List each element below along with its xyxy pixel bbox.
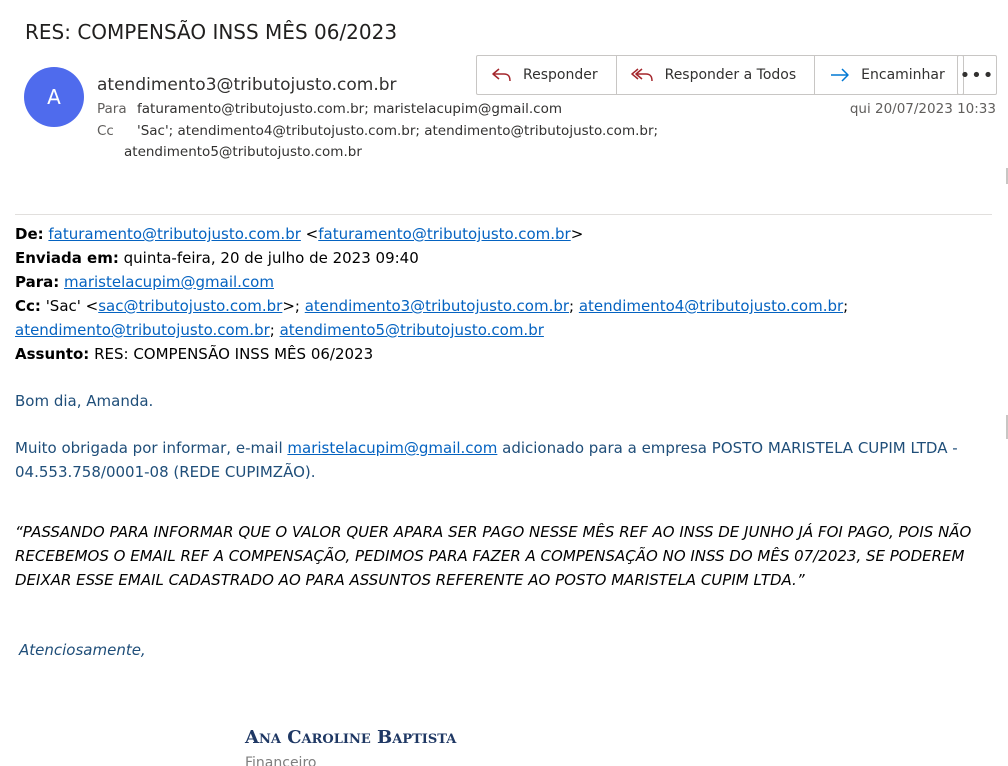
fwd-to-label: Para:: [15, 273, 60, 291]
reply-all-label: Responder a Todos: [664, 67, 797, 83]
reply-all-icon: [630, 68, 653, 82]
to-label: Para: [97, 101, 127, 117]
fwd-sent-value: quinta-feira, 20 de julho de 2023 09:40: [123, 249, 419, 267]
para-email-link[interactable]: maristelacupim@gmail.com: [287, 439, 497, 457]
fwd-to-link[interactable]: maristelacupim@gmail.com: [64, 273, 274, 291]
fwd-cc-link-5[interactable]: atendimento5@tributojusto.com.br: [280, 321, 544, 339]
fwd-from-line: De: faturamento@tributojusto.com.br <fat…: [15, 225, 584, 243]
message-body: De: faturamento@tributojusto.com.br <fat…: [15, 222, 990, 662]
signature-role: Financeiro: [245, 755, 317, 766]
forward-label: Encaminhar: [861, 67, 945, 83]
forward-button[interactable]: Encaminhar: [815, 56, 963, 94]
received-date: qui 20/07/2023 10:33: [849, 101, 996, 117]
fwd-cc-sac: 'Sac' <: [45, 297, 99, 315]
greeting: Bom dia, Amanda.: [15, 392, 154, 410]
email-subject: RES: COMPENSÃO INSS MÊS 06/2023: [25, 20, 398, 44]
signoff: Atenciosamente,: [19, 641, 146, 659]
fwd-sent-line: Enviada em: quinta-feira, 20 de julho de…: [15, 246, 990, 270]
cc-value[interactable]: 'Sac'; atendimento4@tributojusto.com.br;…: [137, 123, 658, 139]
fwd-cc-line: Cc: 'Sac' <sac@tributojusto.com.br>; ate…: [15, 297, 849, 339]
fwd-subject-line: Assunto: RES: COMPENSÃO INSS MÊS 06/2023: [15, 342, 990, 366]
reply-icon: [492, 68, 511, 82]
cc-recipients-cont[interactable]: atendimento5@tributojusto.com.br: [124, 144, 362, 160]
cc-recipients: Cc 'Sac'; atendimento4@tributojusto.com.b…: [97, 123, 658, 139]
reply-button[interactable]: Responder: [477, 56, 617, 94]
fwd-subject-label: Assunto:: [15, 345, 90, 363]
message-actions-toolbar: Responder Responder a Todos Encaminhar: [476, 55, 964, 95]
reply-all-button[interactable]: Responder a Todos: [617, 56, 816, 94]
fwd-from-link[interactable]: faturamento@tributojusto.com.br: [48, 225, 300, 243]
to-value[interactable]: faturamento@tributojusto.com.br; mariste…: [137, 101, 562, 117]
fwd-cc-label: Cc:: [15, 297, 41, 315]
forwarded-header: De: faturamento@tributojusto.com.br <fat…: [15, 222, 990, 366]
cc-label: Cc: [97, 123, 114, 139]
more-actions-button[interactable]: •••: [957, 55, 997, 95]
signature-name: Ana Caroline Baptista: [245, 727, 457, 748]
reply-label: Responder: [523, 67, 598, 83]
fwd-cc-link-base[interactable]: atendimento@tributojusto.com.br: [15, 321, 270, 339]
fwd-to-line: Para: maristelacupim@gmail.com: [15, 270, 990, 294]
fwd-cc-link-3[interactable]: atendimento3@tributojusto.com.br: [305, 297, 569, 315]
body-paragraph: Muito obrigada por informar, e-mail mari…: [15, 436, 990, 484]
sender-address[interactable]: atendimento3@tributojusto.com.br: [97, 75, 397, 95]
to-recipients: Para faturamento@tributojusto.com.br; mar…: [97, 101, 562, 117]
header-divider: [15, 214, 992, 215]
fwd-from-bracket-link[interactable]: faturamento@tributojusto.com.br: [318, 225, 570, 243]
fwd-from-label: De:: [15, 225, 44, 243]
fwd-subject-value: RES: COMPENSÃO INSS MÊS 06/2023: [94, 345, 374, 363]
para-start: Muito obrigada por informar, e-mail: [15, 439, 288, 457]
fwd-sent-label: Enviada em:: [15, 249, 119, 267]
sender-avatar[interactable]: A: [24, 67, 84, 127]
quoted-message: “PASSANDO PARA INFORMAR QUE O VALOR QUER…: [15, 523, 972, 589]
fwd-cc-link-sac[interactable]: sac@tributojusto.com.br: [98, 297, 282, 315]
forward-arrow-icon: [831, 68, 849, 82]
email-reading-pane: RES: COMPENSÃO INSS MÊS 06/2023 A atendi…: [0, 0, 1008, 766]
fwd-cc-link-4[interactable]: atendimento4@tributojusto.com.br: [579, 297, 843, 315]
